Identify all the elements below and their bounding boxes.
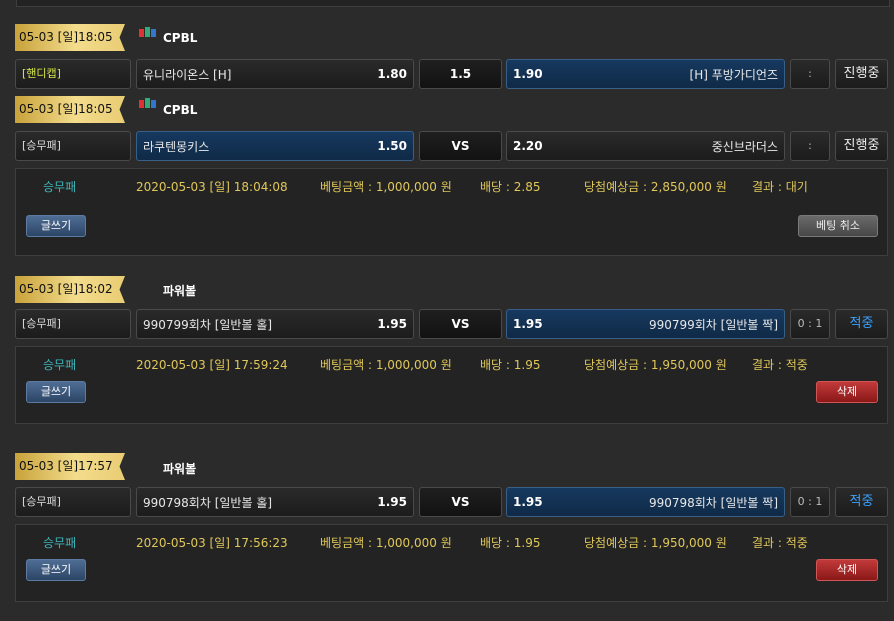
score-cell: : <box>790 59 830 89</box>
bet-type-cell: [승무패] <box>15 309 131 339</box>
delete-button[interactable]: 삭제 <box>816 381 878 403</box>
bet-datetime: 2020-05-03 [일] 18:04:08 <box>136 180 288 194</box>
bet-odds: 배당 : 1.95 <box>480 358 541 372</box>
draw-vs-cell: VS <box>419 487 502 517</box>
bet-type-label: 승무패 <box>43 358 77 372</box>
bet-datetime: 2020-05-03 [일] 17:56:23 <box>136 536 288 550</box>
away-team-button[interactable]: 2.20 중신브라더스 <box>506 131 785 161</box>
league-name: 파워볼 <box>163 462 197 476</box>
home-odds: 1.50 <box>377 139 407 153</box>
away-team-button[interactable]: 1.95 990798회차 [일반볼 짝] <box>506 487 785 517</box>
bet-info-panel: 승무패 2020-05-03 [일] 17:56:23 베팅금액 : 1,000… <box>15 524 888 602</box>
draw-vs-cell: VS <box>419 131 502 161</box>
status-cell: 진행중 <box>835 59 888 89</box>
bet-result: 결과 : 적중 <box>752 358 808 372</box>
league-name: CPBL <box>163 103 198 117</box>
away-team-button[interactable]: 1.90 [H] 푸방가디언즈 <box>506 59 785 89</box>
handicap-value: 1.5 <box>419 59 502 89</box>
status-cell: 진행중 <box>835 131 888 161</box>
delete-button[interactable]: 삭제 <box>816 559 878 581</box>
away-team-name: 중신브라더스 <box>711 139 778 154</box>
home-team-name: 라쿠텐몽키스 <box>143 139 210 154</box>
home-team-button[interactable]: 990799회차 [일반볼 홀] 1.95 <box>136 309 414 339</box>
away-odds: 1.95 <box>513 317 543 331</box>
home-team-button[interactable]: 라쿠텐몽키스 1.50 <box>136 131 414 161</box>
score-cell: 0 : 1 <box>790 309 830 339</box>
match-date-tag: 05-03 [일]18:05 <box>15 96 125 123</box>
bet-info-panel: 승무패 2020-05-03 [일] 18:04:08 베팅금액 : 1,000… <box>15 168 888 256</box>
cpbl-logo-icon <box>139 98 156 108</box>
bet-result: 결과 : 대기 <box>752 180 808 194</box>
home-odds: 1.95 <box>377 317 407 331</box>
bet-type-cell: [승무패] <box>15 131 131 161</box>
write-post-button[interactable]: 글쓰기 <box>26 381 86 403</box>
cancel-bet-button[interactable]: 베팅 취소 <box>798 215 878 237</box>
bet-type-cell: [핸디캡] <box>15 59 131 89</box>
bet-odds: 배당 : 2.85 <box>480 180 541 194</box>
away-odds: 1.95 <box>513 495 543 509</box>
expected-payout: 당첨예상금 : 2,850,000 원 <box>584 180 727 194</box>
home-team-button[interactable]: 990798회차 [일반볼 홀] 1.95 <box>136 487 414 517</box>
write-post-button[interactable]: 글쓰기 <box>26 215 86 237</box>
expected-payout: 당첨예상금 : 1,950,000 원 <box>584 536 727 550</box>
status-cell: 적중 <box>835 487 888 517</box>
score-cell: : <box>790 131 830 161</box>
match-date-tag: 05-03 [일]18:05 <box>15 24 125 51</box>
away-odds: 2.20 <box>513 139 543 153</box>
bet-amount: 베팅금액 : 1,000,000 원 <box>320 358 452 372</box>
home-team-name: 990799회차 [일반볼 홀] <box>143 317 273 332</box>
home-odds: 1.80 <box>377 67 407 81</box>
match-date-tag: 05-03 [일]18:02 <box>15 276 125 303</box>
league-name: CPBL <box>163 31 198 45</box>
bet-type-label: 승무패 <box>43 536 77 550</box>
score-cell: 0 : 1 <box>790 487 830 517</box>
previous-panel-edge <box>16 0 890 7</box>
bet-type-label: 승무패 <box>43 180 77 194</box>
away-team-button[interactable]: 1.95 990799회차 [일반볼 짝] <box>506 309 785 339</box>
home-team-name: 유니라이온스 [H] <box>143 67 232 82</box>
away-odds: 1.90 <box>513 67 543 81</box>
bet-amount: 베팅금액 : 1,000,000 원 <box>320 180 452 194</box>
write-post-button[interactable]: 글쓰기 <box>26 559 86 581</box>
match-date-tag: 05-03 [일]17:57 <box>15 453 125 480</box>
home-odds: 1.95 <box>377 495 407 509</box>
bet-result: 결과 : 적중 <box>752 536 808 550</box>
status-cell: 적중 <box>835 309 888 339</box>
home-team-button[interactable]: 유니라이온스 [H] 1.80 <box>136 59 414 89</box>
expected-payout: 당첨예상금 : 1,950,000 원 <box>584 358 727 372</box>
away-team-name: [H] 푸방가디언즈 <box>689 67 778 82</box>
draw-vs-cell: VS <box>419 309 502 339</box>
home-team-name: 990798회차 [일반볼 홀] <box>143 495 273 510</box>
away-team-name: 990799회차 [일반볼 짝] <box>648 317 778 332</box>
bet-odds: 배당 : 1.95 <box>480 536 541 550</box>
cpbl-logo-icon <box>139 27 156 37</box>
bet-datetime: 2020-05-03 [일] 17:59:24 <box>136 358 288 372</box>
bet-info-panel: 승무패 2020-05-03 [일] 17:59:24 베팅금액 : 1,000… <box>15 346 888 424</box>
league-name: 파워볼 <box>163 284 197 298</box>
bet-amount: 베팅금액 : 1,000,000 원 <box>320 536 452 550</box>
away-team-name: 990798회차 [일반볼 짝] <box>648 495 778 510</box>
bet-type-cell: [승무패] <box>15 487 131 517</box>
